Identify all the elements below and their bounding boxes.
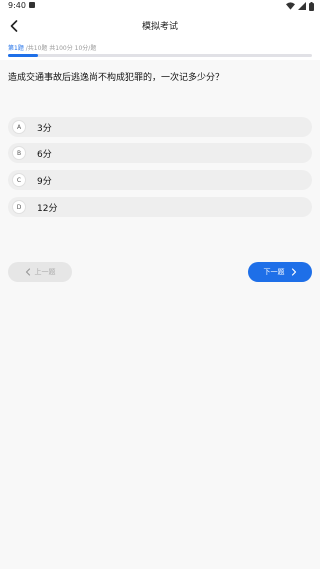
prev-question-button[interactable]: 上一题 [8, 262, 72, 282]
question-panel: 造成交通事故后逃逸尚不构成犯罪的，一次记多少分？ A 3分 B 6分 C 9分 … [0, 60, 320, 569]
option-label: 12分 [37, 204, 58, 214]
current-question-number: 第1题 [8, 45, 24, 52]
page-title: 模拟考试 [141, 22, 178, 32]
progress-track [8, 54, 312, 57]
bottom-area [0, 559, 320, 569]
chevron-left-icon [25, 268, 30, 276]
status-icons [286, 1, 314, 11]
chevron-right-icon [291, 268, 296, 276]
battery-icon [309, 1, 314, 11]
option-label: 3分 [37, 124, 52, 134]
signal-icon [298, 2, 306, 10]
progress-area: 第1题 /共10题 共100分 10分/题 [0, 40, 320, 60]
progress-text: 第1题 /共10题 共100分 10分/题 [8, 43, 96, 52]
notification-icon [29, 2, 35, 8]
prev-label: 上一题 [34, 268, 56, 276]
wifi-icon [286, 2, 295, 10]
status-bar: 9:40 [0, 0, 320, 12]
question-text: 造成交通事故后逃逸尚不构成犯罪的，一次记多少分？ [8, 73, 225, 83]
option-label: 6分 [37, 150, 52, 160]
option-a[interactable]: A 3分 [8, 117, 312, 137]
progress-info: /共10题 共100分 10分/题 [23, 45, 97, 52]
option-letter: A [12, 120, 26, 134]
option-d[interactable]: D 12分 [8, 197, 312, 217]
option-letter: D [12, 200, 26, 214]
option-b[interactable]: B 6分 [8, 143, 312, 163]
option-label: 9分 [37, 177, 52, 187]
option-letter: C [12, 173, 26, 187]
progress-fill [8, 54, 39, 57]
next-question-button[interactable]: 下一题 [248, 262, 312, 282]
option-letter: B [12, 146, 26, 160]
app-header: 模拟考试 [0, 12, 320, 40]
status-time: 9:40 [8, 1, 26, 10]
next-label: 下一题 [263, 268, 285, 276]
option-c[interactable]: C 9分 [8, 170, 312, 190]
